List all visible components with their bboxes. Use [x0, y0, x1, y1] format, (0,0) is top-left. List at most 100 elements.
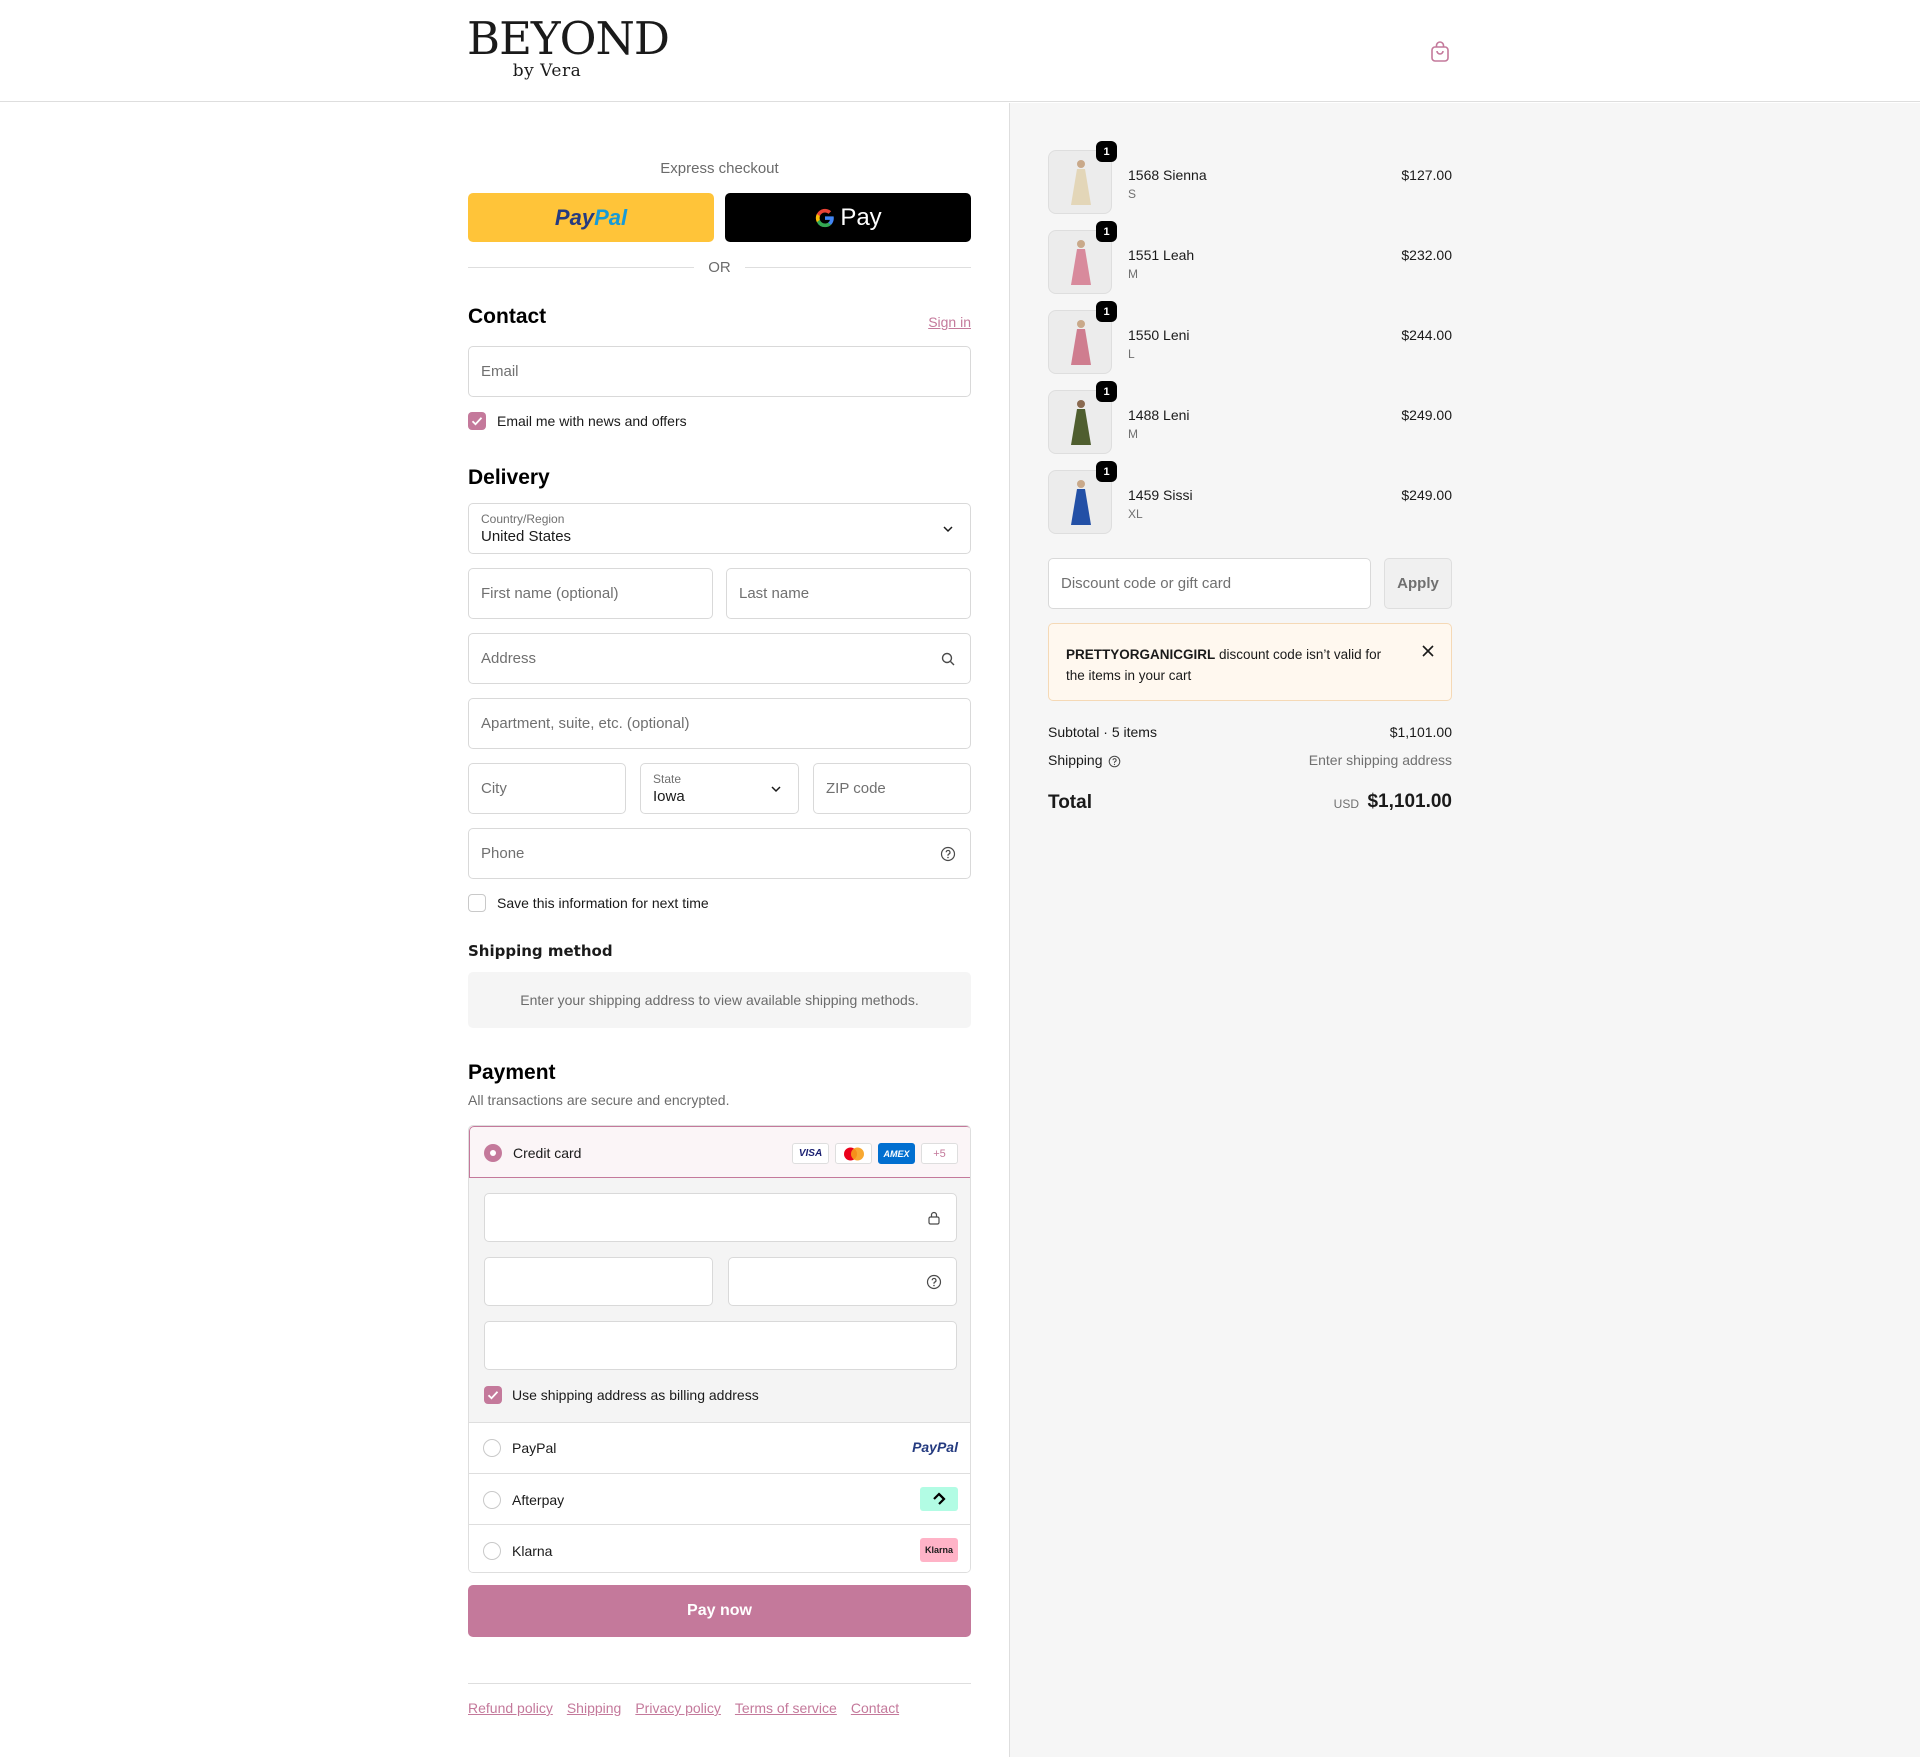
checkmark-icon: [471, 417, 483, 426]
line-item: 1 1488 Leni M $249.00: [1048, 381, 1452, 454]
item-price: $244.00: [1401, 327, 1452, 343]
afterpay-option-label: Afterpay: [512, 1492, 565, 1508]
checkmark-icon: [487, 1391, 499, 1400]
expiration-date-field[interactable]: [484, 1257, 713, 1306]
google-g-icon: [816, 208, 835, 227]
name-on-card-field[interactable]: [484, 1321, 957, 1370]
brand-logo[interactable]: BEYOND by Vera: [467, 12, 670, 81]
shipping-label: Shipping: [1048, 752, 1103, 768]
credit-card-label: Credit card: [513, 1145, 582, 1161]
total-label: Total: [1048, 792, 1092, 813]
city-placeholder: City: [481, 780, 507, 797]
paypal-option-label: PayPal: [512, 1440, 557, 1456]
apartment-placeholder: Apartment, suite, etc. (optional): [481, 715, 690, 732]
help-circle-icon[interactable]: [1108, 755, 1121, 768]
paypal-option[interactable]: PayPal PayPal: [469, 1422, 970, 1473]
help-circle-icon[interactable]: [940, 846, 956, 862]
credit-card-radio[interactable]: [484, 1144, 502, 1162]
state-select[interactable]: State Iowa: [640, 763, 799, 814]
last-name-placeholder: Last name: [739, 585, 810, 602]
last-name-field[interactable]: Last name: [726, 568, 971, 619]
paypal-express-button[interactable]: Pay Pal: [468, 193, 714, 242]
address-field[interactable]: Address: [468, 633, 971, 684]
total-currency: USD: [1333, 797, 1359, 811]
email-field[interactable]: Email: [468, 346, 971, 397]
first-name-field[interactable]: First name (optional): [468, 568, 713, 619]
quantity-badge: 1: [1096, 301, 1117, 322]
total-value: $1,101.00: [1367, 791, 1452, 812]
item-name: 1568 Sienna: [1128, 167, 1207, 183]
discount-code-input[interactable]: Discount code or gift card: [1048, 558, 1371, 609]
newsletter-checkbox[interactable]: [468, 412, 486, 430]
apartment-field[interactable]: Apartment, suite, etc. (optional): [468, 698, 971, 749]
item-variant: L: [1128, 347, 1135, 361]
close-icon[interactable]: [1421, 644, 1435, 658]
google-pay-button[interactable]: Pay: [725, 193, 971, 242]
payment-methods: Credit card VISA AMEX +5 Use shipping ad…: [468, 1125, 971, 1573]
item-name: 1551 Leah: [1128, 247, 1195, 263]
line-item: 1 1459 Sissi XL $249.00: [1048, 461, 1452, 534]
item-variant: M: [1128, 267, 1138, 281]
footer-divider: [468, 1683, 971, 1684]
search-icon: [941, 652, 955, 666]
paypal-logo: PayPal: [912, 1439, 958, 1455]
item-name: 1459 Sissi: [1128, 487, 1193, 503]
state-value: Iowa: [653, 788, 685, 805]
contact-link[interactable]: Contact: [851, 1700, 899, 1716]
card-number-field[interactable]: [484, 1193, 957, 1242]
klarna-radio[interactable]: [483, 1542, 501, 1560]
terms-of-service-link[interactable]: Terms of service: [735, 1700, 837, 1716]
country-label: Country/Region: [481, 512, 565, 526]
alert-text: PRETTYORGANICGIRL discount code isn’t va…: [1066, 644, 1396, 686]
item-price: $249.00: [1401, 407, 1452, 423]
phone-field[interactable]: Phone: [468, 828, 971, 879]
mastercard-icon: [835, 1143, 872, 1164]
item-price: $232.00: [1401, 247, 1452, 263]
quantity-badge: 1: [1096, 141, 1117, 162]
shipping-value: Enter shipping address: [1308, 752, 1452, 768]
line-item: 1 1551 Leah M $232.00: [1048, 221, 1452, 294]
help-circle-icon[interactable]: [926, 1274, 942, 1290]
lock-icon: [928, 1211, 940, 1225]
paypal-wordmark-pay: Pay: [554, 204, 595, 230]
quantity-badge: 1: [1096, 461, 1117, 482]
credit-card-form: Use shipping address as billing address: [469, 1178, 970, 1422]
klarna-option[interactable]: Klarna Klarna: [469, 1524, 970, 1572]
klarna-logo: Klarna: [920, 1538, 958, 1562]
item-variant: XL: [1128, 507, 1143, 521]
country-select[interactable]: Country/Region United States: [468, 503, 971, 554]
shopping-bag-icon[interactable]: [1428, 40, 1452, 64]
paypal-radio[interactable]: [483, 1439, 501, 1457]
city-field[interactable]: City: [468, 763, 626, 814]
visa-icon: VISA: [792, 1143, 829, 1164]
brand-name: BEYOND: [467, 12, 670, 65]
afterpay-icon: [920, 1487, 958, 1511]
google-pay-label: Pay: [840, 203, 882, 231]
pay-now-button[interactable]: Pay now: [468, 1585, 971, 1637]
sign-in-link[interactable]: Sign in: [928, 314, 971, 330]
klarna-option-label: Klarna: [512, 1543, 553, 1559]
amex-icon: AMEX: [878, 1143, 915, 1164]
newsletter-label: Email me with news and offers: [497, 413, 687, 429]
email-placeholder: Email: [481, 363, 519, 380]
credit-card-option[interactable]: Credit card VISA AMEX +5: [469, 1126, 970, 1178]
phone-placeholder: Phone: [481, 845, 525, 862]
apply-discount-button[interactable]: Apply: [1384, 558, 1452, 609]
refund-policy-link[interactable]: Refund policy: [468, 1700, 553, 1716]
country-value: United States: [481, 528, 572, 545]
save-info-checkbox[interactable]: [468, 894, 486, 912]
item-variant: M: [1128, 427, 1138, 441]
afterpay-radio[interactable]: [483, 1491, 501, 1509]
zip-field[interactable]: ZIP code: [813, 763, 971, 814]
billing-same-checkbox[interactable]: [484, 1386, 502, 1404]
quantity-badge: 1: [1096, 221, 1117, 242]
security-code-field[interactable]: [728, 1257, 957, 1306]
item-name: 1488 Leni: [1128, 407, 1190, 423]
address-placeholder: Address: [481, 650, 537, 667]
footer-links: Refund policy Shipping Privacy policy Te…: [468, 1700, 899, 1716]
privacy-policy-link[interactable]: Privacy policy: [635, 1700, 721, 1716]
chevron-down-icon: [771, 786, 781, 793]
afterpay-option[interactable]: Afterpay: [469, 1473, 970, 1524]
shipping-policy-link[interactable]: Shipping: [567, 1700, 622, 1716]
item-price: $127.00: [1401, 167, 1452, 183]
